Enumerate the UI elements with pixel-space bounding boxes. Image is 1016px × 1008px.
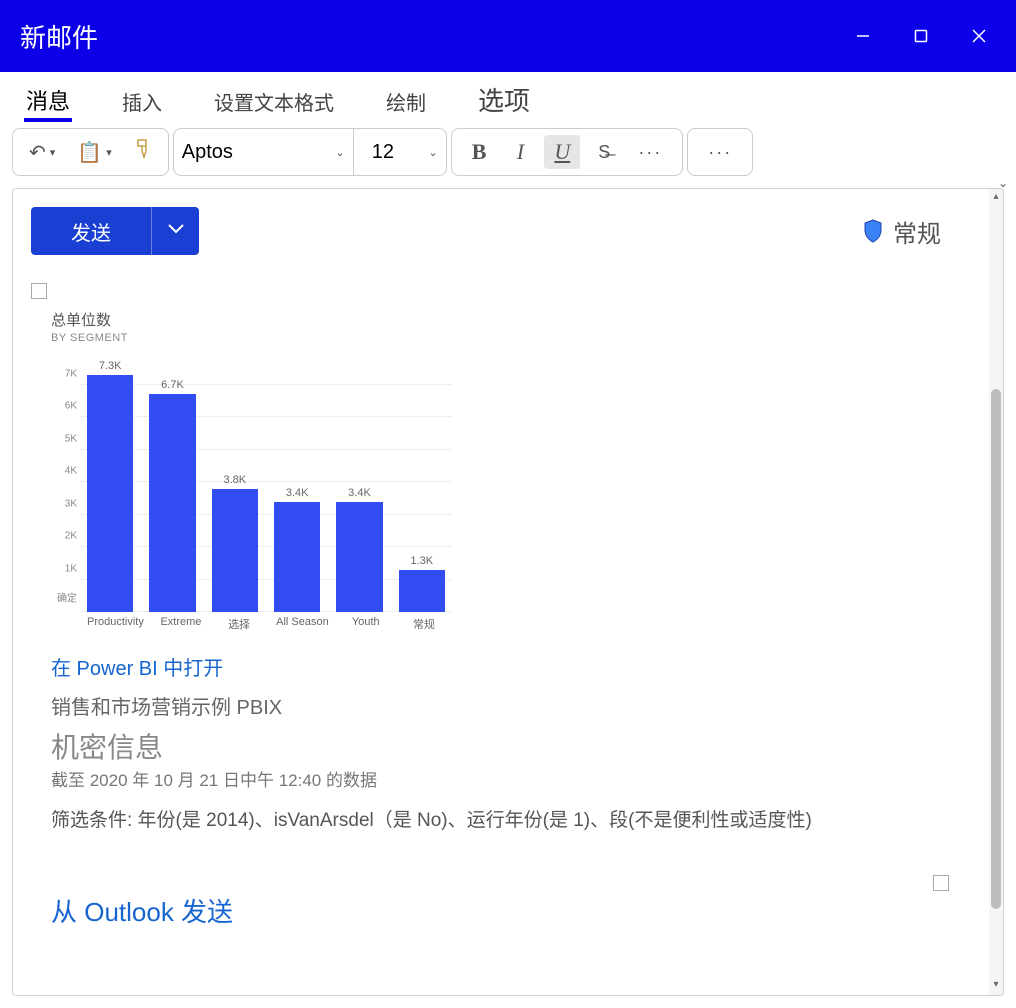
chart-bar-value-label: 3.4K <box>348 487 371 499</box>
chart-bar: 3.4K <box>274 487 320 613</box>
scroll-thumb[interactable] <box>991 389 1001 909</box>
confidential-label: 机密信息 <box>51 726 971 766</box>
chart-plot-area: 确定 1K 2K 3K 4K 5K 6K 7K 7.3K 6.7K 3.8K 3.4K 3.4K 1.3… <box>51 352 451 632</box>
send-label: 发送 <box>71 217 111 246</box>
chart-bars: 7.3K 6.7K 3.8K 3.4K 3.4K 1.3K <box>81 352 451 612</box>
window-title: 新邮件 <box>20 18 830 55</box>
minimize-button[interactable] <box>838 11 888 61</box>
tab-options[interactable]: 选项 <box>476 71 532 122</box>
sensitivity-value: 常规 <box>893 214 941 249</box>
paste-button[interactable]: 📋 ▾ <box>71 136 117 169</box>
undo-icon: ↶ <box>29 140 46 165</box>
open-in-powerbi-link[interactable]: 在 Power BI 中打开 <box>51 652 971 681</box>
chart-y-tick: 7K <box>51 368 77 379</box>
tab-draw[interactable]: 绘制 <box>384 77 428 122</box>
selection-handle[interactable] <box>31 283 47 299</box>
pbix-name: 销售和市场营销示例 PBIX <box>51 691 971 720</box>
send-button[interactable]: 发送 <box>31 207 151 255</box>
chevron-down-icon <box>167 222 185 240</box>
chart-bar: 3.8K <box>212 474 258 613</box>
chart-x-label: All Season <box>276 616 329 632</box>
sent-from-outlook: 从 Outlook 发送 <box>51 892 971 929</box>
ribbon-tabs: 消息 插入 设置文本格式 绘制 选项 <box>0 72 1016 122</box>
chevron-down-icon: ▾ <box>106 146 112 159</box>
font-size-value: 12 <box>372 141 394 164</box>
tab-message[interactable]: 消息 <box>24 74 72 122</box>
font-name-value: Aptos <box>182 141 233 164</box>
chart-bar-value-label: 6.7K <box>161 379 184 391</box>
chart-x-label: Extreme <box>160 616 202 632</box>
chart-subtitle: BY SEGMENT <box>51 332 471 344</box>
tab-insert[interactable]: 插入 <box>120 77 164 122</box>
chevron-down-icon: ⌄ <box>336 146 345 159</box>
chart-bar: 3.4K <box>336 487 382 613</box>
send-options-button[interactable] <box>151 207 199 255</box>
ribbon-toolbar: ↶ ▾ 📋 ▾ Aptos ⌄ 12 ⌄ B I U S̶ ··· <box>0 122 1016 182</box>
italic-button[interactable]: I <box>506 135 534 169</box>
scroll-up-icon[interactable]: ▴ <box>989 191 1003 205</box>
more-commands-button[interactable]: ··· <box>698 138 742 167</box>
clipboard-group: ↶ ▾ 📋 ▾ <box>12 128 169 176</box>
chart-x-label: Productivity <box>87 616 144 632</box>
chart-bar: 1.3K <box>399 555 445 612</box>
chart-y-tick: 3K <box>51 498 77 509</box>
chart-description: 在 Power BI 中打开 销售和市场营销示例 PBIX 机密信息 截至 20… <box>51 652 971 929</box>
strikethrough-icon: S̶ <box>598 142 610 163</box>
chart-title: 总单位数 <box>51 309 471 330</box>
chart-bar: 6.7K <box>149 379 195 612</box>
style-group: B I U S̶ ··· <box>451 128 684 176</box>
message-body-area: ▴ ▾ 发送 常规 总单位数 BY SEGMENT <box>12 188 1004 996</box>
send-row: 发送 常规 <box>31 207 971 255</box>
chart-y-tick: 确定 <box>51 590 77 605</box>
chart-bar-value-label: 3.4K <box>286 487 309 499</box>
chart-bar-value-label: 7.3K <box>99 360 122 372</box>
font-name-select[interactable]: Aptos ⌄ <box>174 129 354 175</box>
tab-format-text[interactable]: 设置文本格式 <box>212 77 336 122</box>
clipboard-icon: 📋 <box>77 140 102 165</box>
font-group: Aptos ⌄ 12 ⌄ <box>173 128 447 176</box>
strikethrough-button[interactable]: S̶ <box>590 138 618 167</box>
font-size-select[interactable]: 12 ⌄ <box>364 129 446 175</box>
more-formatting-button[interactable]: ··· <box>628 138 672 167</box>
overflow-group: ··· <box>687 128 753 176</box>
maximize-button[interactable] <box>896 11 946 61</box>
scroll-down-icon[interactable]: ▾ <box>989 979 1003 993</box>
chart-y-tick: 4K <box>51 466 77 477</box>
bold-button[interactable]: B <box>462 135 497 169</box>
chart-bar-value-label: 1.3K <box>410 555 433 567</box>
chart-x-label: 常规 <box>403 616 445 632</box>
chart-bar: 7.3K <box>87 360 133 612</box>
message-body[interactable]: 发送 常规 总单位数 BY SEGMENT 确定 1K 2K 3K 4K 5K 6K 7K <box>13 189 989 995</box>
format-painter-button[interactable] <box>128 134 158 170</box>
embedded-chart: 总单位数 BY SEGMENT 确定 1K 2K 3K 4K 5K 6K 7K 7.3K 6.7… <box>51 309 471 632</box>
close-button[interactable] <box>954 11 1004 61</box>
chart-y-tick: 6K <box>51 401 77 412</box>
shield-icon <box>863 219 883 243</box>
chart-x-label: Youth <box>345 616 387 632</box>
sensitivity-label[interactable]: 常规 <box>863 214 971 249</box>
chart-bar-value-label: 3.8K <box>224 474 247 486</box>
selection-handle[interactable] <box>933 875 949 891</box>
title-bar: 新邮件 <box>0 0 1016 72</box>
format-painter-icon <box>134 138 152 166</box>
chart-y-tick: 5K <box>51 433 77 444</box>
undo-button[interactable]: ↶ ▾ <box>23 136 61 169</box>
chevron-down-icon: ▾ <box>50 146 56 159</box>
chart-y-tick: 2K <box>51 531 77 542</box>
chart-x-label: 选择 <box>218 616 260 632</box>
chevron-down-icon: ⌄ <box>429 146 438 159</box>
chart-x-labels: Productivity Extreme 选择 All Season Youth 常规 <box>81 616 451 632</box>
chart-y-tick: 1K <box>51 563 77 574</box>
underline-button[interactable]: U <box>544 135 580 169</box>
filter-conditions: 筛选条件: 年份(是 2014)、isVanArsdel（是 No)、运行年份(… <box>51 805 971 832</box>
vertical-scrollbar[interactable]: ▴ ▾ <box>989 189 1003 995</box>
data-as-of: 截至 2020 年 10 月 21 日中午 12:40 的数据 <box>51 766 971 791</box>
